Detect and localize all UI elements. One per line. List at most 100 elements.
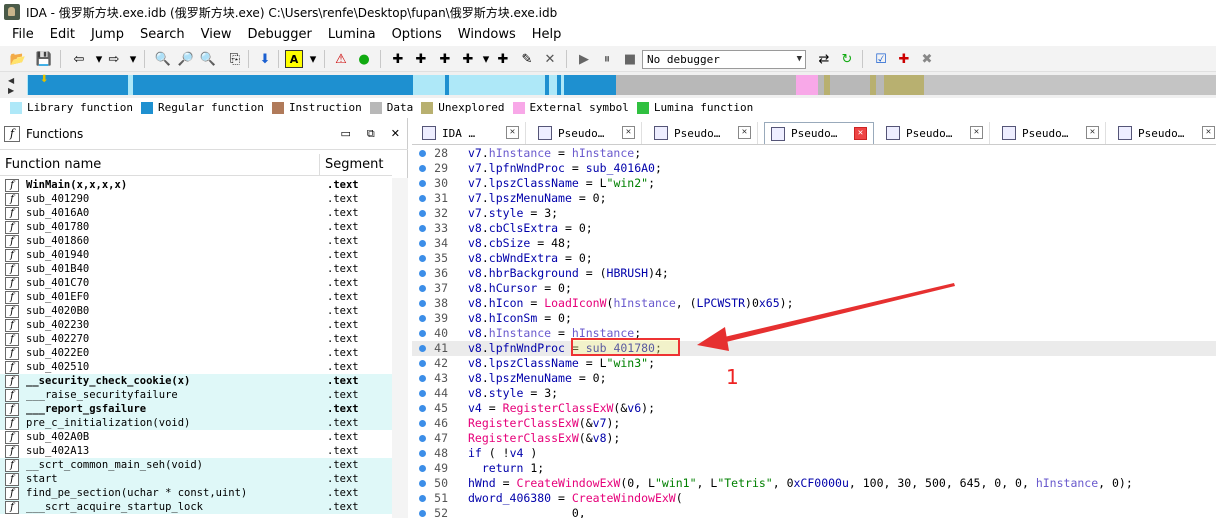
text-search-icon[interactable]: 🔎: [177, 50, 195, 68]
close-icon[interactable]: ✕: [970, 126, 983, 139]
code-line[interactable]: 34 v8.cbSize = 48;: [412, 236, 1216, 251]
forward-arrow-icon[interactable]: ⇨: [105, 50, 123, 68]
code-line[interactable]: 42 v8.lpszClassName = L"win3";: [412, 356, 1216, 371]
column-function-name[interactable]: Function name: [0, 153, 320, 176]
close-icon[interactable]: ✕: [738, 126, 751, 139]
menu-lumina[interactable]: Lumina: [320, 24, 384, 46]
function-row[interactable]: f ___report_gsfailure .text: [0, 402, 392, 416]
forward-dropdown-icon[interactable]: ▾: [124, 50, 142, 68]
function-row[interactable]: f __security_check_cookie(x) .text: [0, 374, 392, 388]
menu-options[interactable]: Options: [384, 24, 450, 46]
function-row[interactable]: f sub_402A13 .text: [0, 444, 392, 458]
pseudocode-view[interactable]: 28 v7.hInstance = hInstance; 29 v7.lpfnWndP…: [412, 144, 1216, 518]
play-icon[interactable]: ▶: [575, 50, 593, 68]
code-line[interactable]: 30 v7.lpszClassName = L"win2";: [412, 176, 1216, 191]
function-row[interactable]: f sub_401EF0 .text: [0, 290, 392, 304]
tab-pseudocode[interactable]: Pseudo… ✕: [880, 122, 990, 144]
tab-pseudocode[interactable]: Pseudo… ✕: [764, 122, 874, 144]
code-line[interactable]: 51 dword_406380 = CreateWindowExW(: [412, 491, 1216, 506]
menu-view[interactable]: View: [193, 24, 240, 46]
warning-triangle-icon[interactable]: ⚠: [332, 50, 350, 68]
panel-close-icon[interactable]: ✕: [391, 127, 400, 141]
stop-icon[interactable]: ■: [621, 50, 639, 68]
function-row[interactable]: f sub_401940 .text: [0, 248, 392, 262]
function-row[interactable]: f sub_4022E0 .text: [0, 346, 392, 360]
pause-icon[interactable]: ⏸: [598, 50, 616, 68]
back-arrow-icon[interactable]: ⇦: [70, 50, 88, 68]
nav-scroll-arrows-icon[interactable]: ◀ ▶: [8, 76, 22, 96]
navigation-band[interactable]: [27, 75, 1216, 95]
menu-help[interactable]: Help: [524, 24, 570, 46]
code-line[interactable]: 35 v8.cbWndExtra = 0;: [412, 251, 1216, 266]
debugger-refresh-icon[interactable]: ↻: [838, 50, 856, 68]
code-line[interactable]: 36 v8.hbrBackground = (HBRUSH)4;: [412, 266, 1216, 281]
close-x-icon[interactable]: ✕: [541, 50, 559, 68]
breakpoint-add-icon[interactable]: ✚: [895, 50, 913, 68]
close-icon[interactable]: ✕: [1086, 126, 1099, 139]
code-line[interactable]: 38 v8.hIcon = LoadIconW(hInstance, (LPCWS…: [412, 296, 1216, 311]
code-line[interactable]: 37 v8.hCursor = 0;: [412, 281, 1216, 296]
struct-icon[interactable]: ✚: [494, 50, 512, 68]
code-icon[interactable]: ✚: [389, 50, 407, 68]
function-row[interactable]: f find_pe_section(uchar * const,uint) .tex…: [0, 486, 392, 500]
close-icon[interactable]: ✕: [506, 126, 519, 139]
search-next-icon[interactable]: ⎘: [226, 50, 244, 68]
debugger-select[interactable]: No debugger ▼: [642, 50, 806, 69]
function-row[interactable]: f WinMain(x,x,x,x) .text: [0, 178, 392, 192]
save-icon[interactable]: 💾: [35, 50, 53, 68]
code-line[interactable]: 31 v7.lpszMenuName = 0;: [412, 191, 1216, 206]
function-row[interactable]: f sub_402230 .text: [0, 318, 392, 332]
color-dropdown-icon[interactable]: ▾: [304, 50, 322, 68]
function-row[interactable]: f sub_401780 .text: [0, 220, 392, 234]
menu-edit[interactable]: Edit: [42, 24, 83, 46]
function-row[interactable]: f pre_c_initialization(void) .text: [0, 416, 392, 430]
tab-pseudocode[interactable]: Pseudo… ✕: [532, 122, 642, 144]
binary-search-icon[interactable]: 🔍: [154, 50, 172, 68]
menu-debugger[interactable]: Debugger: [239, 24, 319, 46]
function-row[interactable]: f sub_401860 .text: [0, 234, 392, 248]
function-row[interactable]: f ___raise_securityfailure .text: [0, 388, 392, 402]
code-line[interactable]: 44 v8.style = 3;: [412, 386, 1216, 401]
column-segment[interactable]: Segment: [320, 157, 384, 172]
undefine-icon[interactable]: ✚: [459, 50, 477, 68]
menu-jump[interactable]: Jump: [83, 24, 132, 46]
function-row[interactable]: f sub_402A0B .text: [0, 430, 392, 444]
checklist-icon[interactable]: ☑: [872, 50, 890, 68]
function-row[interactable]: f sub_401290 .text: [0, 192, 392, 206]
immediate-search-icon[interactable]: 🔍: [199, 50, 217, 68]
text-color-icon[interactable]: A: [285, 50, 303, 68]
data-icon[interactable]: ✚: [412, 50, 430, 68]
function-row[interactable]: f start .text: [0, 472, 392, 486]
function-row[interactable]: f __scrt_common_main_seh(void) .text: [0, 458, 392, 472]
menu-file[interactable]: File: [4, 24, 42, 46]
code-line[interactable]: 41 v8.lpfnWndProc = sub_401780;: [412, 341, 1216, 356]
code-line[interactable]: 48 if ( !v4 ): [412, 446, 1216, 461]
functions-scrollbar[interactable]: [392, 178, 408, 518]
function-row[interactable]: f sub_401C70 .text: [0, 276, 392, 290]
code-line[interactable]: 33 v8.cbClsExtra = 0;: [412, 221, 1216, 236]
menu-search[interactable]: Search: [132, 24, 193, 46]
close-icon[interactable]: ✕: [854, 127, 867, 140]
code-line[interactable]: 52 0,: [412, 506, 1216, 518]
code-line[interactable]: 39 v8.hIconSm = 0;: [412, 311, 1216, 326]
function-row[interactable]: f sub_4020B0 .text: [0, 304, 392, 318]
function-row[interactable]: f sub_401B40 .text: [0, 262, 392, 276]
code-line[interactable]: 32 v7.style = 3;: [412, 206, 1216, 221]
panel-maximize-icon[interactable]: ▭: [341, 127, 351, 141]
close-icon[interactable]: ✕: [622, 126, 635, 139]
define-dropdown-icon[interactable]: ▾: [477, 50, 495, 68]
string-icon[interactable]: ✚: [436, 50, 454, 68]
menu-windows[interactable]: Windows: [450, 24, 524, 46]
tab-pseudocode[interactable]: Pseudo… ✕: [648, 122, 758, 144]
function-row[interactable]: f sub_402270 .text: [0, 332, 392, 346]
function-icon[interactable]: ✎: [518, 50, 536, 68]
tab-pseudocode[interactable]: Pseudo… ✕: [996, 122, 1106, 144]
debugger-attach-icon[interactable]: ⇄: [815, 50, 833, 68]
close-icon[interactable]: ✕: [1202, 126, 1215, 139]
code-line[interactable]: 49 return 1;: [412, 461, 1216, 476]
code-line[interactable]: 50 hWnd = CreateWindowExW(0, L"win1", L"T…: [412, 476, 1216, 491]
open-folder-icon[interactable]: 📂: [9, 50, 27, 68]
function-row[interactable]: f sub_402510 .text: [0, 360, 392, 374]
code-line[interactable]: 47 RegisterClassExW(&v8);: [412, 431, 1216, 446]
panel-float-icon[interactable]: ⧉: [367, 127, 375, 141]
